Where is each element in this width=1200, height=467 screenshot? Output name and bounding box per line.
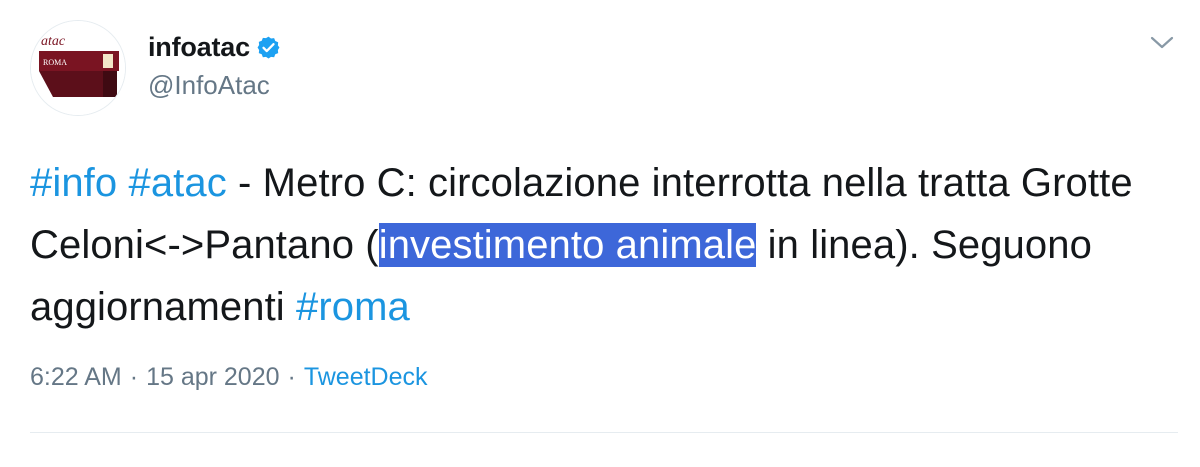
verified-badge-icon: [256, 35, 281, 60]
tweet-source-link[interactable]: TweetDeck: [304, 363, 428, 392]
selected-text: investimento animale: [378, 223, 757, 267]
tweet-time-link[interactable]: 6:22 AM: [30, 363, 122, 392]
atac-logo-icon: atac ROMA: [31, 21, 125, 115]
hashtag-atac-link[interactable]: #atac: [128, 161, 226, 205]
divider: [30, 432, 1178, 433]
meta-separator: ·: [287, 363, 296, 391]
hashtag-roma-link[interactable]: #roma: [296, 285, 410, 329]
avatar[interactable]: atac ROMA: [30, 20, 126, 116]
user-handle[interactable]: @InfoAtac: [148, 70, 270, 101]
tweet-text: #info #atac - Metro C: circolazione inte…: [30, 152, 1190, 338]
hashtag-info-link[interactable]: #info: [30, 161, 117, 205]
display-name[interactable]: infoatac: [148, 32, 250, 63]
chevron-down-icon[interactable]: [1146, 30, 1178, 54]
svg-text:ROMA: ROMA: [43, 58, 67, 67]
meta-separator: ·: [129, 363, 139, 391]
tweet-date-link[interactable]: 15 apr 2020: [146, 363, 279, 392]
svg-text:atac: atac: [41, 34, 66, 49]
tweet-meta: 6:22 AM · 15 apr 2020 · TweetDeck: [30, 363, 428, 392]
user-name-row: infoatac: [148, 28, 281, 66]
tweet-card: atac ROMA infoatac @InfoAtac #info #atac…: [0, 0, 1200, 467]
